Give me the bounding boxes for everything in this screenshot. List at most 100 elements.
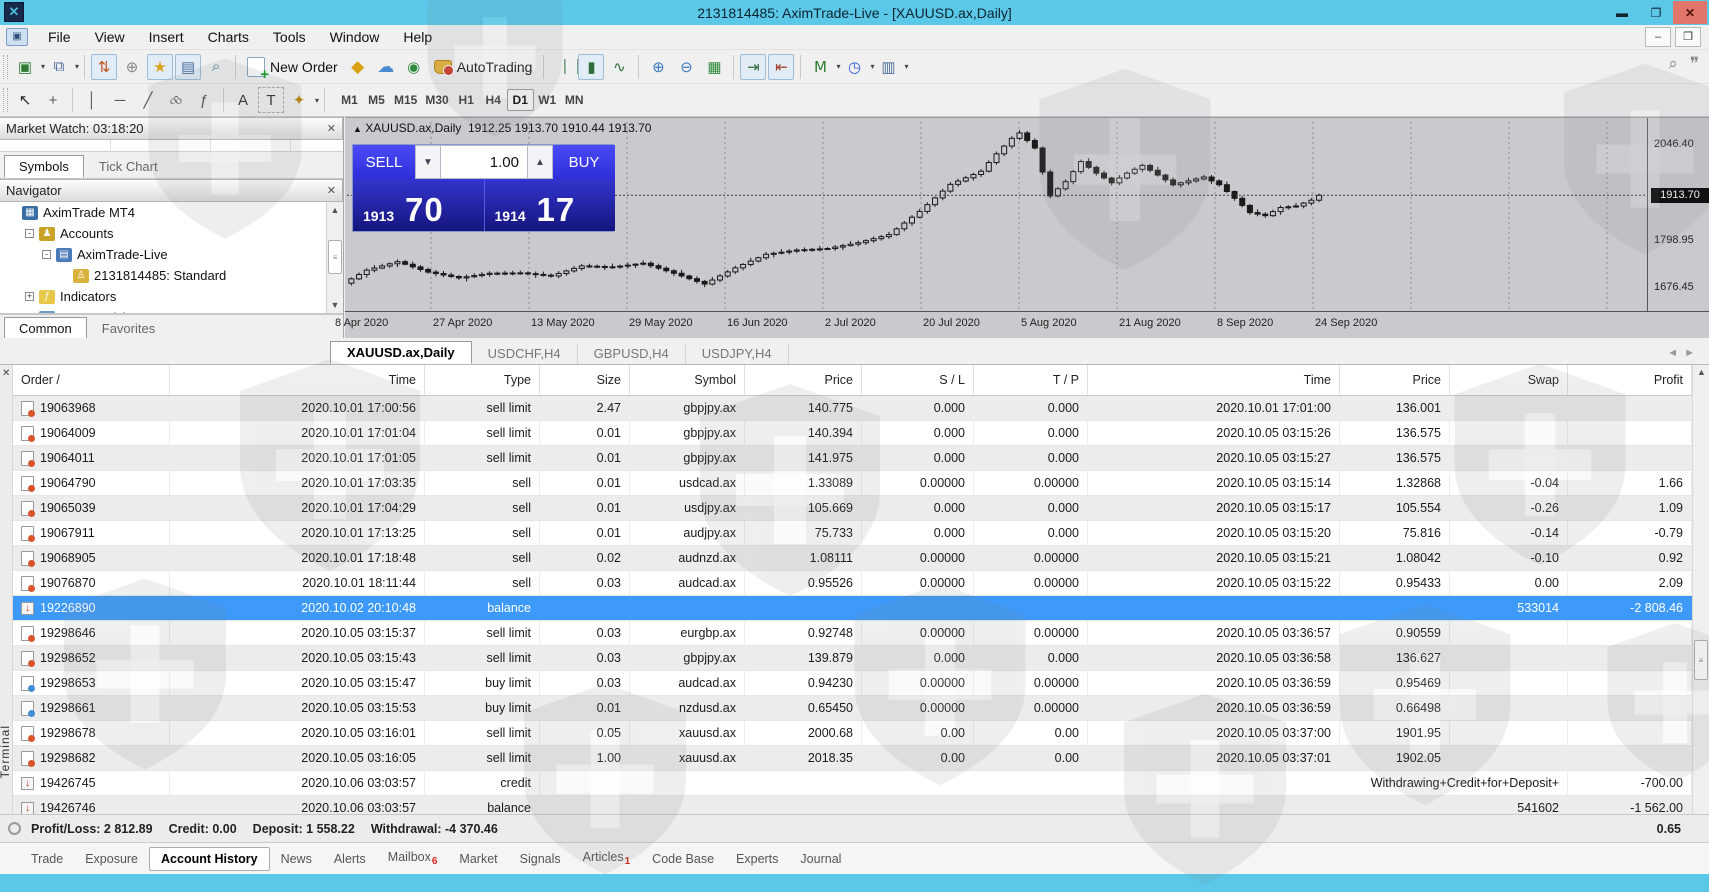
column-header-type[interactable]: Type [425, 365, 540, 395]
table-row-19064011[interactable]: 190640112020.10.01 17:01:05sell limit0.0… [13, 446, 1692, 471]
terminal-toggle[interactable]: ▤ [175, 54, 201, 80]
chart-tab-gbpusd-h4[interactable]: GBPUSD,H4 [578, 343, 686, 364]
terminal-tab-market[interactable]: Market [448, 848, 508, 870]
menu-charts[interactable]: Charts [196, 26, 261, 48]
column-header-swap[interactable]: Swap [1450, 365, 1568, 395]
table-row-19426745[interactable]: ↓194267452020.10.06 03:03:57creditWithdr… [13, 771, 1692, 796]
zoom-out-button[interactable]: ⊖ [673, 54, 699, 80]
collapse-icon[interactable]: - [42, 250, 51, 259]
column-header-s-l[interactable]: S / L [862, 365, 974, 395]
chat-icon[interactable]: ❞ [1690, 54, 1699, 74]
chart-window[interactable]: ▲ XAUUSD.ax,Daily 1912.25 1913.70 1910.4… [345, 117, 1709, 338]
timeframe-h4[interactable]: H4 [480, 89, 507, 111]
text-button[interactable]: A [230, 87, 256, 113]
profiles-dropdown[interactable]: ▾ [75, 62, 79, 71]
zoom-in-button[interactable]: ⊕ [645, 54, 671, 80]
chart-tab-usdchf-h4[interactable]: USDCHF,H4 [472, 343, 578, 364]
buy-button[interactable]: BUY [553, 145, 615, 179]
line-chart-button[interactable]: ∿ [606, 54, 632, 80]
terminal-tab-mailbox[interactable]: Mailbox6 [377, 846, 449, 872]
column-header-order-[interactable]: Order / [13, 365, 170, 395]
volume-increase-button[interactable]: ▲ [527, 145, 553, 179]
menu-help[interactable]: Help [391, 26, 444, 48]
column-header-profit[interactable]: Profit [1568, 365, 1692, 395]
arrows-dropdown[interactable]: ▾ [315, 96, 319, 105]
fibonacci-button[interactable]: ƒ [191, 87, 217, 113]
market-watch-close-icon[interactable]: ✕ [327, 122, 336, 135]
terminal-tab-experts[interactable]: Experts [725, 848, 789, 870]
periods-dropdown[interactable]: ▾ [870, 62, 874, 71]
table-row-19065039[interactable]: 190650392020.10.01 17:04:29sell0.01usdjp… [13, 496, 1692, 521]
child-restore-button[interactable]: ❐ [1675, 27, 1701, 47]
close-button[interactable]: ✕ [1673, 1, 1707, 24]
table-row-19298682[interactable]: 192986822020.10.05 03:16:05sell limit1.0… [13, 746, 1692, 771]
restore-button[interactable]: ❐ [1639, 1, 1673, 24]
candlestick-chart-button[interactable]: ▮ [578, 54, 604, 80]
templates-dropdown[interactable]: ▾ [905, 62, 909, 71]
indicators-dropdown[interactable]: ▾ [836, 62, 840, 71]
sell-button[interactable]: SELL [353, 145, 415, 179]
terminal-tab-alerts[interactable]: Alerts [323, 848, 377, 870]
column-header-t-p[interactable]: T / P [974, 365, 1088, 395]
search-icon[interactable]: ⌕ [1668, 54, 1678, 74]
new-order-button[interactable]: New Order [241, 55, 344, 79]
scroll-handle[interactable]: ≡ [1694, 640, 1708, 680]
table-row-19064790[interactable]: 190647902020.10.01 17:03:35sell0.01usdca… [13, 471, 1692, 496]
table-row-19063968[interactable]: 190639682020.10.01 17:00:56sell limit2.4… [13, 396, 1692, 421]
column-header-price[interactable]: Price [745, 365, 862, 395]
chart-tab-xauusd-ax-daily[interactable]: XAUUSD.ax,Daily [330, 341, 472, 364]
timeframe-d1[interactable]: D1 [507, 89, 534, 111]
collapse-icon[interactable]: - [25, 229, 34, 238]
timeframe-m5[interactable]: M5 [363, 89, 390, 111]
tab-tick-chart[interactable]: Tick Chart [84, 155, 173, 178]
community-button[interactable]: ☁ [373, 54, 399, 80]
data-window-button[interactable]: ⊕ [119, 54, 145, 80]
tab-scroll-arrows-icon[interactable]: ◄► [1667, 347, 1701, 359]
periods-button[interactable]: ◷ [841, 54, 867, 80]
menu-view[interactable]: View [83, 26, 137, 48]
table-row-19298661[interactable]: 192986612020.10.05 03:15:53buy limit0.01… [13, 696, 1692, 721]
auto-scroll-button[interactable]: ⇥ [740, 54, 766, 80]
arrows-button[interactable]: ✦ [286, 87, 312, 113]
table-row-19076870[interactable]: 190768702020.10.01 18:11:44sell0.03audca… [13, 571, 1692, 596]
terminal-close-icon[interactable]: ✕ [2, 368, 10, 379]
new-chart-button[interactable]: ▣ [12, 54, 38, 80]
menu-file[interactable]: File [36, 26, 83, 48]
templates-button[interactable]: ▥ [876, 54, 902, 80]
terminal-tab-articles[interactable]: Articles1 [572, 846, 642, 872]
time-axis[interactable]: 8 Apr 202027 Apr 202013 May 202029 May 2… [345, 311, 1709, 339]
navigator-close-icon[interactable]: ✕ [327, 184, 336, 197]
scroll-up-icon[interactable]: ▲ [1697, 367, 1706, 377]
chart-tab-usdjpy-h4[interactable]: USDJPY,H4 [686, 343, 789, 364]
tree-item-2131814485-standard[interactable]: ♙2131814485: Standard [0, 265, 343, 286]
column-header-size[interactable]: Size [540, 365, 630, 395]
terminal-tab-exposure[interactable]: Exposure [74, 848, 149, 870]
tree-item-aximtrade-live[interactable]: -▤AximTrade-Live [0, 244, 343, 265]
buy-price[interactable]: 1914 17 [484, 179, 616, 231]
timeframe-m15[interactable]: M15 [390, 89, 421, 111]
tile-windows-button[interactable]: ▦ [701, 54, 727, 80]
news-button[interactable]: ◉ [401, 54, 427, 80]
terminal-tab-journal[interactable]: Journal [789, 848, 852, 870]
table-row-19068905[interactable]: 190689052020.10.01 17:18:48sell0.02audnz… [13, 546, 1692, 571]
timeframe-m1[interactable]: M1 [336, 89, 363, 111]
autotrading-button[interactable]: AutoTrading [428, 57, 539, 77]
table-row-19298646[interactable]: 192986462020.10.05 03:15:37sell limit0.0… [13, 621, 1692, 646]
tree-item-aximtrade-mt4[interactable]: ▦AximTrade MT4 [0, 202, 343, 223]
scroll-up-icon[interactable]: ▲ [327, 202, 343, 218]
sell-price[interactable]: 1913 70 [353, 179, 484, 231]
terminal-scrollbar[interactable]: ▲ ≡ [1692, 365, 1709, 814]
table-row-19064009[interactable]: 190640092020.10.01 17:01:04sell limit0.0… [13, 421, 1692, 446]
new-chart-dropdown[interactable]: ▾ [41, 62, 45, 71]
cursor-button[interactable]: ↖ [12, 87, 38, 113]
terminal-tab-signals[interactable]: Signals [509, 848, 572, 870]
title-bar[interactable]: ✕ 2131814485: AximTrade-Live - [XAUUSD.a… [0, 0, 1709, 25]
tab-common[interactable]: Common [4, 317, 87, 340]
table-row-19298652[interactable]: 192986522020.10.05 03:15:43sell limit0.0… [13, 646, 1692, 671]
navigator-scrollbar[interactable]: ▲ ≡ ▼ [326, 202, 343, 313]
navigator-toggle[interactable]: ★ [147, 54, 173, 80]
metaeditor-button[interactable]: ◆ [345, 54, 371, 80]
trendline-button[interactable]: ╱ [135, 87, 161, 113]
menu-insert[interactable]: Insert [137, 26, 196, 48]
table-row-19067911[interactable]: 190679112020.10.01 17:13:25sell0.01audjp… [13, 521, 1692, 546]
